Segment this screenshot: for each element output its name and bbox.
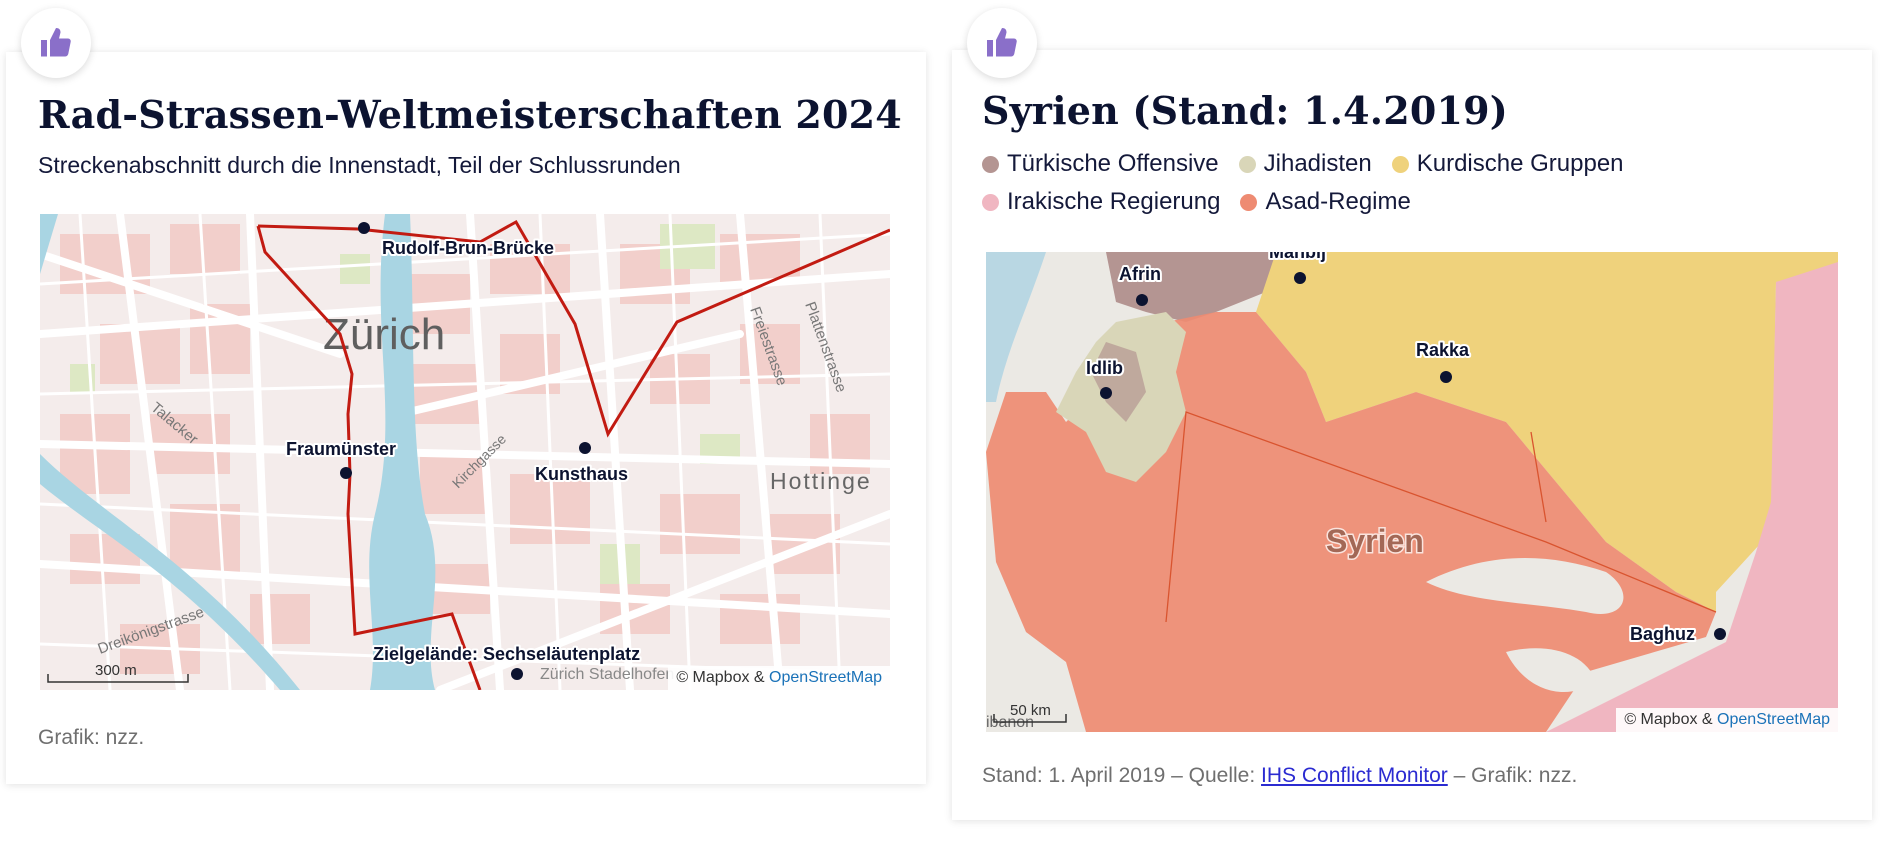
credit-mapbox[interactable]: © Mapbox — [1624, 711, 1697, 728]
place-label-sechselaeutenplatz: Zielgelände: Sechseläutenplatz — [373, 644, 640, 664]
legend-label: Türkische Offensive — [1007, 150, 1219, 177]
credit-osm-link[interactable]: OpenStreetMap — [1717, 711, 1830, 728]
legend-label: Kurdische Gruppen — [1416, 150, 1624, 177]
legend-swatch — [1391, 155, 1409, 173]
card-title: Syrien (Stand: 1.4.2019) — [982, 88, 1508, 133]
card-footer: Stand: 1. April 2019 – Quelle: IHS Confl… — [982, 764, 1577, 788]
zurich-map[interactable]: Zürich Hottinge Talacker Freiestrasse Pl… — [40, 214, 890, 690]
footer-prefix: Stand: 1. April 2019 – Quelle: — [982, 764, 1256, 787]
marker-rudolf-brun-bruecke[interactable] — [358, 222, 370, 234]
legend: Türkische Offensive Jihadisten Kurdische… — [982, 150, 1702, 216]
legend-swatch — [1240, 193, 1258, 211]
legend-label: Asad-Regime — [1265, 188, 1411, 215]
marker-manbij[interactable] — [1294, 272, 1306, 284]
marker-baghuz[interactable] — [1714, 628, 1726, 640]
thumbs-up-icon — [987, 28, 1017, 57]
credit-amp: & — [753, 669, 765, 686]
scale-label: 50 km — [1010, 702, 1051, 719]
place-label-fraumuenster: Fraumünster — [286, 439, 396, 459]
legend-label: Irakische Regierung — [1007, 188, 1221, 215]
place-label-idlib: Idlib — [1086, 358, 1123, 378]
place-label-rakka: Rakka — [1416, 340, 1470, 360]
place-label-baghuz: Baghuz — [1630, 624, 1695, 644]
map-card-syria: Syrien (Stand: 1.4.2019) Türkische Offen… — [952, 50, 1872, 820]
like-button[interactable] — [21, 8, 91, 78]
card-footer: Grafik: nzz. — [38, 726, 145, 749]
legend-label: Jihadisten — [1263, 150, 1372, 177]
place-label-afrin: Afrin — [1119, 264, 1161, 284]
legend-item: Kurdische Gruppen — [1391, 150, 1624, 178]
legend-item: Irakische Regierung — [982, 188, 1220, 216]
card-title: Rad-Strassen-Weltmeisterschaften 2024 — [38, 92, 902, 137]
card-subtitle: Streckenabschnitt durch die Innenstadt, … — [38, 152, 681, 178]
legend-swatch — [982, 155, 999, 173]
map-credit: © Mapbox & OpenStreetMap — [668, 666, 890, 690]
legend-swatch — [1238, 155, 1256, 173]
legend-item: Jihadisten — [1238, 150, 1372, 178]
place-label-manbij: Manbij — [1269, 252, 1326, 262]
like-button[interactable] — [967, 8, 1037, 78]
district-label: Hottinge — [770, 468, 872, 494]
place-label-kunsthaus: Kunsthaus — [535, 464, 628, 484]
map-card-cycling: Rad-Strassen-Weltmeisterschaften 2024 St… — [6, 52, 926, 784]
legend-swatch — [982, 193, 999, 211]
map-credit: © Mapbox & OpenStreetMap — [1616, 708, 1838, 732]
country-label: Syrien — [1326, 523, 1424, 559]
syria-map[interactable]: Syrien Manbij Afrin Rakka Idlib Baghuz i… — [986, 252, 1838, 732]
station-label: Zürich Stadelhofen — [540, 666, 674, 683]
credit-osm-link[interactable]: OpenStreetMap — [769, 669, 882, 686]
marker-sechselaeutenplatz[interactable] — [511, 668, 523, 680]
marker-kunsthaus[interactable] — [579, 442, 591, 454]
marker-idlib[interactable] — [1100, 387, 1112, 399]
marker-rakka[interactable] — [1440, 371, 1452, 383]
marker-fraumuenster[interactable] — [340, 467, 352, 479]
place-label-rudolf-brun-bruecke: Rudolf-Brun-Brücke — [382, 238, 554, 258]
source-link[interactable]: IHS Conflict Monitor — [1261, 764, 1448, 787]
credit-mapbox[interactable]: © Mapbox — [676, 669, 749, 686]
scale-label: 300 m — [95, 662, 137, 679]
thumbs-up-icon — [41, 28, 71, 57]
marker-afrin[interactable] — [1136, 294, 1148, 306]
footer-suffix: – Grafik: nzz. — [1453, 764, 1578, 787]
credit-amp: & — [1701, 711, 1713, 728]
legend-item: Türkische Offensive — [982, 150, 1219, 178]
legend-item: Asad-Regime — [1240, 188, 1411, 216]
